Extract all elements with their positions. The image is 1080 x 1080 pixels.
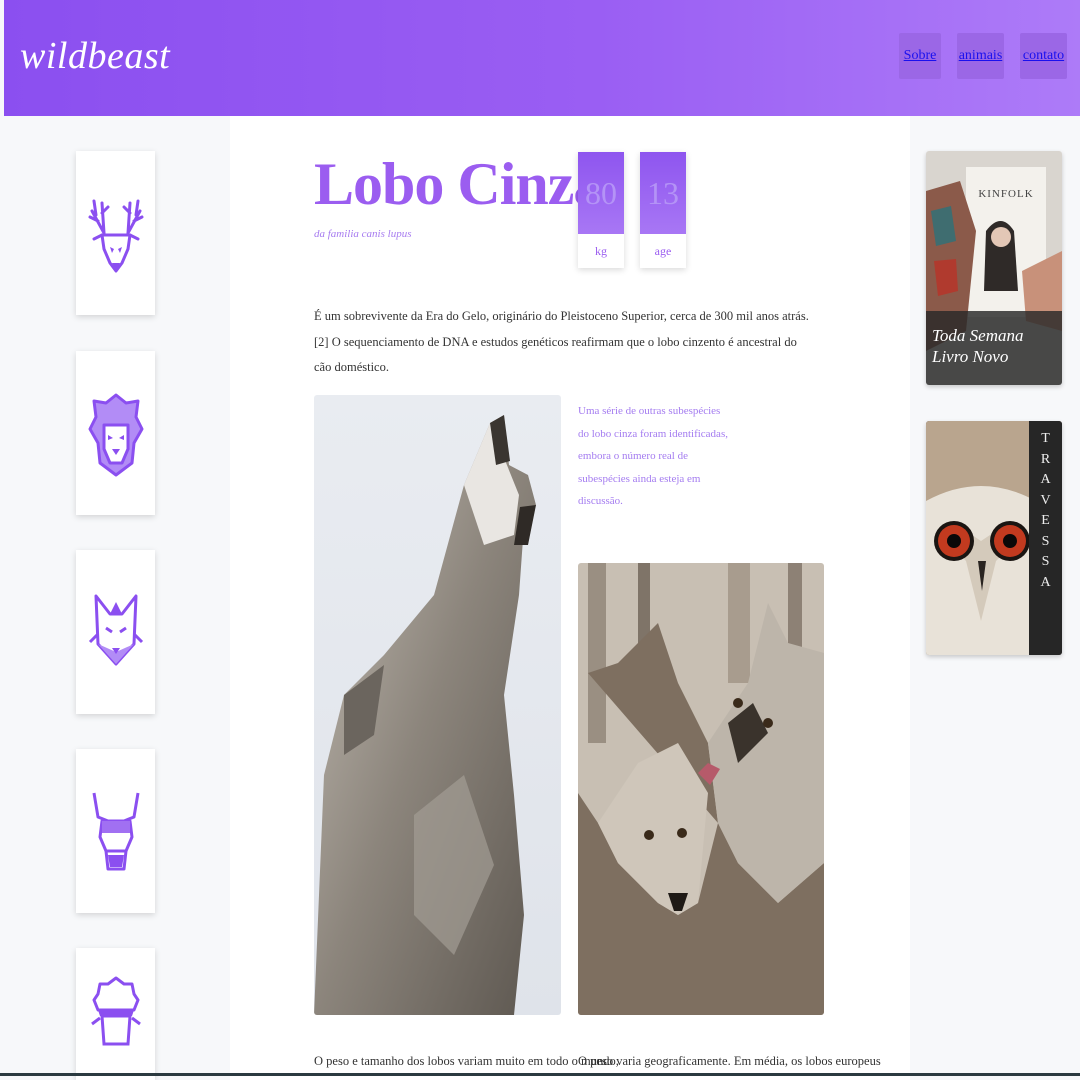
promo-book-caption: Toda Semana Livro Novo — [926, 311, 1062, 385]
vertical-letter: A — [1040, 472, 1051, 487]
stat-age-label: age — [654, 243, 672, 258]
vertical-letter: V — [1040, 492, 1051, 508]
promo-owl[interactable]: T R A V E S S A — [926, 421, 1062, 655]
animal-card-bull[interactable] — [76, 749, 155, 913]
sheep-icon — [90, 976, 141, 1046]
site-logo[interactable]: wildbeast — [20, 34, 170, 78]
stat-weight-value: 80 — [578, 152, 624, 234]
promo-book[interactable]: KINFOLK Toda Semana Livro Novo — [926, 151, 1062, 385]
vertical-letter: R — [1040, 451, 1051, 467]
promo-owl-vertical-label: T R A V E S S A — [1029, 421, 1062, 655]
animal-card-fox[interactable] — [76, 550, 155, 714]
stat-weight-label: kg — [595, 243, 607, 258]
page-title: Lobo Cinza — [314, 151, 603, 217]
fox-icon — [88, 594, 143, 666]
intro-paragraph: É um sobrevivente da Era do Gelo, origin… — [314, 309, 809, 375]
stat-age: 13 age — [640, 152, 686, 268]
page-subtitle: da familia canis lupus — [314, 228, 412, 240]
body-text-left: O peso e tamanho dos lobos variam muito … — [314, 1054, 619, 1068]
bottom-divider — [0, 1073, 1080, 1076]
vertical-letter: S — [1041, 554, 1050, 569]
nav-animais[interactable]: animais — [957, 33, 1004, 79]
vertical-letter: A — [1040, 574, 1051, 590]
body-text-right: O peso varia geograficamente. Em média, … — [578, 1054, 881, 1068]
promo-book-line2: Livro Novo — [932, 347, 1009, 367]
vertical-letter: T — [1041, 431, 1050, 446]
stat-age-value: 13 — [640, 152, 686, 234]
deer-icon — [88, 199, 143, 273]
nav-sobre[interactable]: Sobre — [899, 33, 941, 79]
magazine-title: KINFOLK — [978, 188, 1033, 200]
site-header: wildbeast Sobre animais contato — [4, 0, 1080, 116]
animal-card-deer[interactable] — [76, 151, 155, 315]
howling-wolf-image — [314, 395, 561, 1015]
animal-card-sheep[interactable] — [76, 948, 155, 1080]
promo-book-line1: Toda Semana — [932, 326, 1024, 345]
stat-weight: 80 kg — [578, 152, 624, 268]
side-quote: Uma série de outras subespécies do lobo … — [578, 405, 728, 508]
vertical-letter: E — [1041, 513, 1050, 528]
nav-contato-label[interactable]: contato — [1023, 48, 1064, 64]
lion-icon — [88, 393, 143, 477]
animal-card-lion[interactable] — [76, 351, 155, 515]
nav-sobre-label[interactable]: Sobre — [904, 48, 937, 64]
two-wolves-image — [578, 563, 824, 1015]
nav-contato[interactable]: contato — [1020, 33, 1067, 79]
nav-animais-label[interactable]: animais — [959, 48, 1003, 64]
bull-icon — [92, 792, 139, 871]
vertical-letter: S — [1041, 533, 1050, 549]
